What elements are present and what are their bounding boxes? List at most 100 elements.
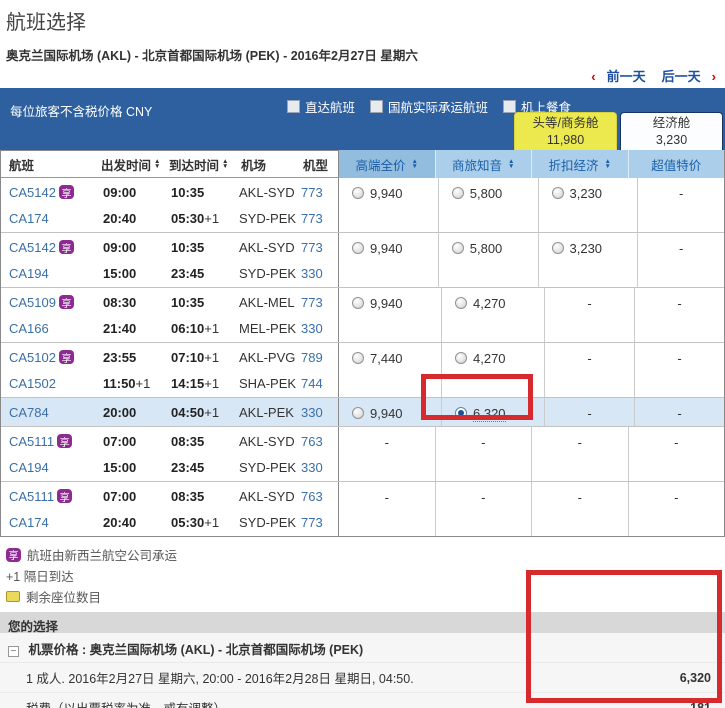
fare-price: 3,230 [569,241,603,256]
fare-option[interactable]: 4,270 [441,343,544,397]
airport-pair: AKL-SYD [239,433,295,449]
fare-unavailable: - [434,482,532,536]
fare-unavailable: - [627,482,725,536]
flight-number[interactable]: CA5142 享 [1,240,97,255]
fare-radio[interactable] [551,187,564,199]
flight-number[interactable]: CA784 [1,405,97,420]
flight-segment: CA174 20:40 05:30+1 SYD-PEK 773 [1,509,338,535]
fare-radio[interactable] [352,297,364,309]
fare-option[interactable]: 3,230 [537,178,638,232]
flight-selection-page: 航班选择 奥克兰国际机场 (AKL) - 北京首都国际机场 (PEK) - 20… [0,0,725,708]
flight-segment: CA784 20:00 04:50+1 AKL-PEK 330 [1,399,338,425]
flight-segment: CA1502 11:50+1 14:15+1 SHA-PEK 744 [1,370,338,396]
fare-radio[interactable] [451,187,464,199]
fare-cells: 9,940 5,800 3,230 - [339,233,724,287]
fare-option[interactable]: 3,230 [537,233,638,287]
fare-unavailable: - [434,427,532,481]
legend-text: +1 隔日到达 [6,570,74,584]
flight-number[interactable]: CA194 [1,460,97,475]
fare-radio[interactable] [455,407,467,419]
fare-option[interactable]: 6,320 [441,398,544,426]
tab-price: 11,980 [546,133,585,147]
collapse-icon[interactable]: − [8,646,19,657]
table-row: CA5142 享 09:00 10:35 AKL-SYD 773 CA174 20:40 05:… [1,178,724,233]
fare-radio[interactable] [352,187,364,199]
flight-number-text: CA194 [9,265,49,281]
flight-number[interactable]: CA166 [1,321,97,336]
fare-option[interactable]: 7,440 [339,343,441,397]
fare-radio[interactable] [352,407,364,419]
arrival-time: 14:15+1 [171,375,220,391]
prev-day-link[interactable]: 前一天 [607,69,646,84]
column-header-a[interactable]: 到达时间 ▲ ▼ [165,155,239,174]
sort-down-arrow: ▼ [508,163,515,170]
checkbox-direct-flights[interactable]: 直达航班 [287,97,355,116]
fare-column-header-2[interactable]: 折扣经济 ▲ ▼ [531,150,628,178]
fare-option[interactable]: 9,940 [339,233,438,287]
column-header-d[interactable]: 出发时间 ▲ ▼ [97,155,165,174]
fare-option[interactable]: 5,800 [437,233,538,287]
fare-option[interactable]: 9,940 [339,398,441,426]
flight-number[interactable]: CA194 [1,266,97,281]
flight-number[interactable]: CA174 [1,211,97,226]
checkbox-icon[interactable] [370,100,384,113]
flight-segment: CA5142 享 09:00 10:35 AKL-SYD 773 [1,179,338,205]
filter-bar: 每位旅客不含税价格 CNY 直达航班 国航实际承运航班 机上餐食 头等/商务舱 … [0,88,725,150]
checkbox-air-china-operated[interactable]: 国航实际承运航班 [370,97,488,116]
fare-option[interactable]: 9,940 [339,178,438,232]
arrival-time: 10:35 [171,184,205,200]
fare-price: 3,230 [569,186,603,201]
aircraft-type: 744 [301,375,323,391]
departure-time: 07:00 [103,488,137,504]
fare-column-header-0[interactable]: 高端全价 ▲ ▼ [339,150,435,178]
aircraft-type: 773 [301,239,323,255]
fare-radio[interactable] [352,352,364,364]
fare-unavailable: - [544,343,634,397]
legend-seats: 剩余座位数目 [6,586,725,607]
aircraft-type: 773 [301,514,323,530]
column-header-label: 机型 [303,158,329,173]
checkbox-icon[interactable] [287,100,300,113]
table-row: CA5102 享 23:55 07:10+1 AKL-PVG 789 CA1502 11:50… [1,343,724,398]
flight-number[interactable]: CA174 [1,515,97,530]
fare-option[interactable]: 9,940 [339,288,441,342]
flight-number-text: CA174 [9,210,49,226]
page-title: 航班选择 [6,12,86,34]
flight-number[interactable]: CA5111 享 [1,434,97,449]
tab-economy[interactable]: 经济舱 3,230 [620,112,723,150]
day-navigation: ‹ 前一天 后一天 › [0,66,725,84]
aircraft-type: 330 [301,459,323,475]
aircraft-type: 773 [301,184,323,200]
arrival-time: 08:35 [171,488,205,504]
tab-label: 头等/商务舱 [532,116,599,130]
fare-option[interactable]: 5,800 [437,178,538,232]
flight-number-text: CA174 [9,514,49,530]
next-day-link[interactable]: 后一天 [662,69,701,84]
fare-column-label: 高端全价 [355,158,406,173]
flight-number[interactable]: CA5111 享 [1,489,97,504]
fare-unavailable: - [634,398,724,426]
tab-first-business[interactable]: 头等/商务舱 11,980 [514,112,617,150]
sort-icon: ▲ ▼ [605,158,611,170]
fare-radio[interactable] [455,297,467,309]
airport-pair: SHA-PEK [239,375,297,391]
flight-number[interactable]: CA5142 享 [1,185,97,200]
fare-unavailable: - [637,233,724,287]
fare-unavailable: - [531,482,628,536]
departure-time: 07:00 [103,433,137,449]
table-row: CA5109 享 08:30 10:35 AKL-MEL 773 CA166 21:40 06:… [1,288,724,343]
flight-number[interactable]: CA5102 享 [1,350,97,365]
fare-radio[interactable] [551,242,564,254]
fare-radio[interactable] [451,242,464,254]
fare-column-header-1[interactable]: 商旅知音 ▲ ▼ [434,150,531,178]
fare-radio[interactable] [352,242,364,254]
flight-segment: CA166 21:40 06:10+1 MEL-PEK 330 [1,315,338,341]
flight-number-text: CA5109 [9,294,56,310]
fare-option[interactable]: 4,270 [441,288,544,342]
fare-cells: ---- [339,482,724,536]
fare-cells: 9,940 6,320 - - [339,398,724,426]
fare-unavailable: - [384,490,389,505]
flight-number[interactable]: CA5109 享 [1,295,97,310]
fare-radio[interactable] [455,352,467,364]
flight-number[interactable]: CA1502 [1,376,97,391]
